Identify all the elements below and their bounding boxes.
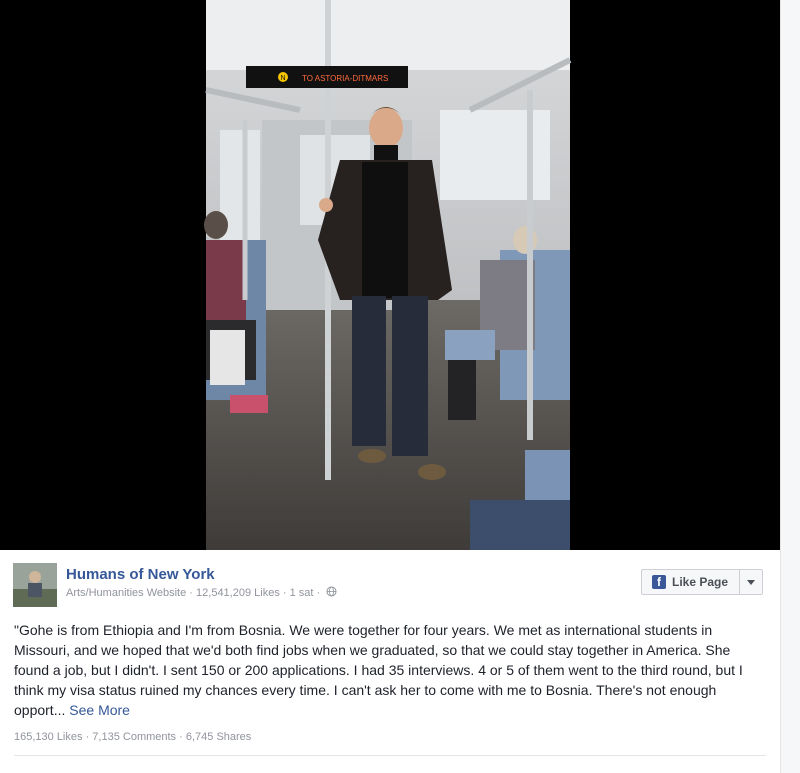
destination-sign-text: TO ASTORIA-DITMARS (302, 74, 388, 83)
chevron-down-icon (747, 579, 756, 585)
subway-photo: N TO ASTORIA-DITMARS (204, 0, 572, 550)
post-message: "Gohe is from Ethiopia and I'm from Bosn… (14, 620, 766, 720)
post-stats: 165,130 Likes · 7,135 Comments · 6,745 S… (14, 731, 251, 743)
like-page-button-group: f Like Page (641, 569, 763, 595)
page-name-link[interactable]: Humans of New York (66, 566, 215, 583)
stats-separator: · (179, 731, 186, 743)
post-meta: Arts/Humanities Website · 12,541,209 Lik… (66, 586, 337, 600)
page-likes-count: 12,541,209 Likes (196, 586, 280, 599)
avatar-image (13, 563, 57, 607)
route-badge-label: N (280, 75, 285, 82)
meta-separator: · (316, 586, 324, 599)
meta-separator: · (282, 586, 290, 599)
post-photo[interactable]: N TO ASTORIA-DITMARS (0, 0, 780, 550)
see-more-link[interactable]: See More (69, 702, 130, 718)
post-timestamp[interactable]: 1 sat (290, 587, 314, 599)
like-page-dropdown-button[interactable] (739, 570, 762, 594)
page-avatar[interactable] (13, 563, 57, 607)
likes-count-link[interactable]: 165,130 Likes (14, 731, 83, 743)
like-page-label: Like Page (672, 575, 729, 589)
page-category: Arts/Humanities Website (66, 586, 187, 599)
post-card: Humans of New York Arts/Humanities Websi… (0, 550, 780, 773)
globe-icon[interactable] (326, 586, 337, 600)
facebook-f-icon: f (652, 575, 666, 589)
shares-count-link[interactable]: 6,745 Shares (186, 731, 251, 743)
like-page-button[interactable]: f Like Page (642, 570, 739, 594)
divider (14, 755, 766, 756)
scrollbar-track[interactable] (780, 0, 800, 773)
comments-count-link[interactable]: 7,135 Comments (92, 731, 176, 743)
